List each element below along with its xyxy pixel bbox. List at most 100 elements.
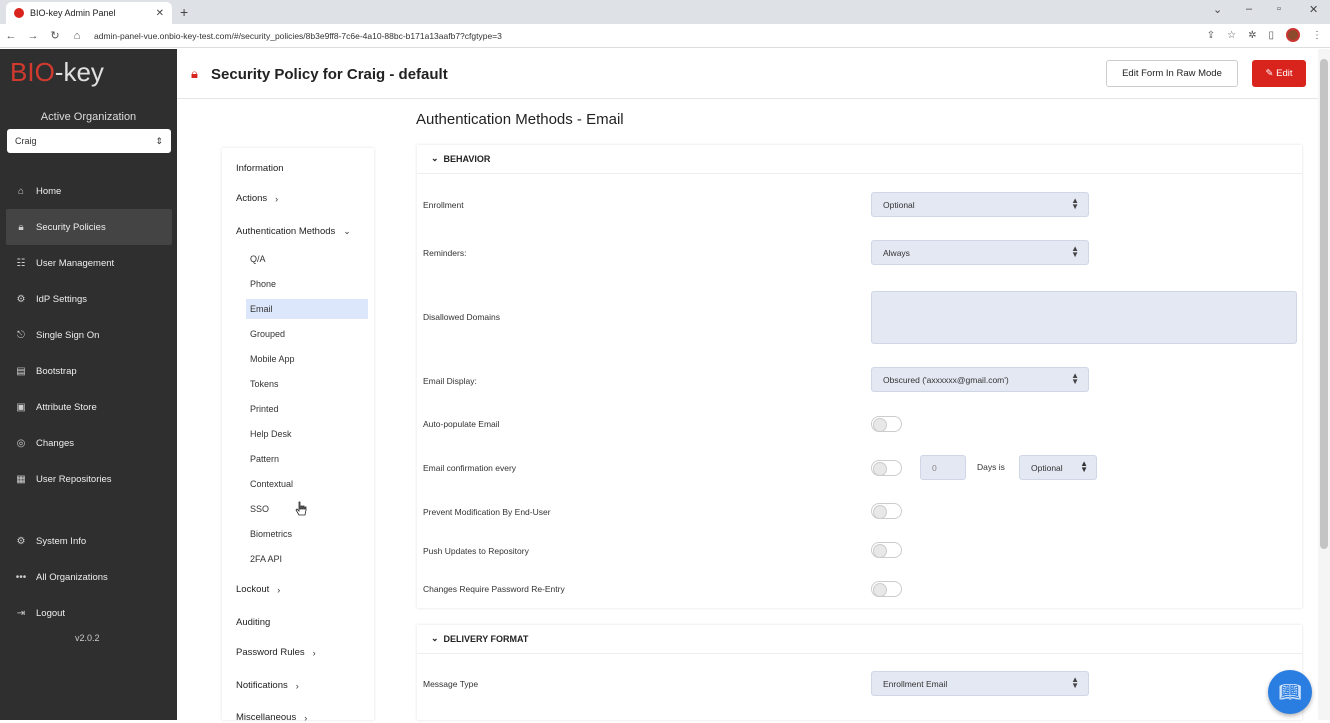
- sub-item-grouped[interactable]: Grouped: [246, 324, 368, 344]
- autopopulate-label: Auto-populate Email: [423, 419, 500, 429]
- tab-title: BIO-key Admin Panel: [30, 8, 116, 18]
- star-icon[interactable]: ☆: [1227, 30, 1236, 41]
- sidepanel-icon[interactable]: ▯: [1268, 30, 1274, 41]
- org-select[interactable]: Craig ⇕: [7, 129, 171, 153]
- sidebar-item-single-sign-on[interactable]: ⎋ Single Sign On: [6, 317, 172, 353]
- sidebar-item-logout[interactable]: ⇥ Logout: [6, 595, 172, 631]
- email-display-select[interactable]: Obscured ('axxxxxx@gmail.com') ▲ ▼: [871, 367, 1089, 392]
- sub-item-mobile-app[interactable]: Mobile App: [246, 349, 368, 369]
- sub-item-pattern[interactable]: Pattern: [246, 449, 368, 469]
- confirmation-days-input[interactable]: 0: [920, 455, 966, 480]
- behavior-card: ⌄ BEHAVIOR: [417, 145, 1302, 608]
- enrollment-select[interactable]: Optional ▲ ▼: [871, 192, 1089, 217]
- email-display-label: Email Display:: [423, 376, 477, 386]
- section-miscellaneous[interactable]: Miscellaneous ›: [236, 712, 307, 723]
- scrollbar[interactable]: [1318, 49, 1330, 720]
- section-label: Miscellaneous: [236, 712, 297, 723]
- new-tab-icon[interactable]: +: [180, 4, 188, 20]
- sub-item-biometrics[interactable]: Biometrics: [246, 524, 368, 544]
- minimize-icon[interactable]: –: [1246, 3, 1252, 15]
- profile-avatar[interactable]: [1286, 28, 1300, 42]
- confirmation-mode-select[interactable]: Optional ▲ ▼: [1019, 455, 1097, 480]
- sub-item-phone[interactable]: Phone: [246, 274, 368, 294]
- menu-icon[interactable]: ⋮: [1312, 30, 1322, 41]
- sub-item-email[interactable]: Email: [246, 299, 368, 319]
- browser-tab[interactable]: BIO-key Admin Panel ✕: [6, 2, 172, 24]
- main-title: Authentication Methods - Email: [416, 111, 624, 128]
- delivery-toggle[interactable]: ⌄ DELIVERY FORMAT: [431, 633, 528, 644]
- sidebar-item-all-organizations[interactable]: ••• All Organizations: [6, 559, 172, 595]
- section-label: Auditing: [236, 617, 271, 628]
- version-label: v2.0.2: [75, 633, 100, 643]
- brand-logo[interactable]: BIO-key: [10, 57, 104, 88]
- sort-arrows-icon: ▲ ▼: [1071, 371, 1079, 386]
- lock-icon: 🔒︎: [191, 66, 198, 81]
- sidebar-item-idp-settings[interactable]: ⚙ IdP Settings: [6, 281, 172, 317]
- favicon-icon: [14, 8, 24, 18]
- chevron-down-icon[interactable]: ⌄: [1213, 3, 1222, 16]
- chevron-right-icon: ›: [304, 712, 308, 723]
- password-reentry-toggle[interactable]: [871, 581, 902, 597]
- section-password-rules[interactable]: Password Rules ›: [236, 647, 316, 658]
- restore-icon[interactable]: ▫: [1277, 3, 1281, 15]
- edit-raw-mode-button[interactable]: Edit Form In Raw Mode: [1106, 60, 1238, 87]
- sub-item-contextual[interactable]: Contextual: [246, 474, 368, 494]
- sidebar-item-user-management[interactable]: ☷ User Management: [6, 245, 172, 281]
- disallowed-domains-input[interactable]: [871, 291, 1297, 344]
- prevent-modification-toggle[interactable]: [871, 503, 902, 519]
- sidebar-item-security-policies[interactable]: 🔒︎ Security Policies: [6, 209, 172, 245]
- sub-item-tokens[interactable]: Tokens: [246, 374, 368, 394]
- sidebar-item-attribute-store[interactable]: ▣ Attribute Store: [6, 389, 172, 425]
- section-actions[interactable]: Actions ›: [236, 193, 278, 204]
- sub-item-sso[interactable]: SSO: [246, 499, 368, 519]
- extensions-icon[interactable]: ✲: [1248, 30, 1256, 41]
- brand-suffix: -key: [54, 57, 104, 87]
- scrollbar-thumb[interactable]: [1320, 59, 1328, 549]
- sub-item-printed[interactable]: Printed: [246, 399, 368, 419]
- back-icon[interactable]: ←: [0, 30, 22, 42]
- delivery-card: ⌄ DELIVERY FORMAT: [417, 625, 1302, 720]
- confirmation-mode-value: Optional: [1031, 462, 1063, 473]
- sub-item-2fa-api[interactable]: 2FA API: [246, 549, 368, 569]
- sidebar-item-bootstrap[interactable]: ▤ Bootstrap: [6, 353, 172, 389]
- section-authentication-methods[interactable]: Authentication Methods ⌄: [236, 226, 351, 237]
- message-type-label: Message Type: [423, 679, 479, 689]
- sidebar-item-label: Changes: [36, 437, 75, 449]
- sidebar-item-label: Security Policies: [36, 221, 106, 233]
- book-icon: 📖︎: [1278, 681, 1302, 702]
- forward-icon[interactable]: →: [22, 30, 44, 42]
- url-field[interactable]: admin-panel-vue.onbio-key-test.com/#/sec…: [94, 31, 502, 41]
- reminders-select[interactable]: Always ▲ ▼: [871, 240, 1089, 265]
- sidebar-item-system-info[interactable]: ⚙ System Info: [6, 523, 172, 559]
- close-icon[interactable]: ✕: [156, 8, 164, 19]
- email-confirmation-toggle[interactable]: [871, 460, 902, 476]
- sidebar-item-label: User Management: [36, 257, 115, 269]
- home-browser-icon[interactable]: ⌂: [66, 30, 88, 42]
- sidebar-item-home[interactable]: ⌂ Home: [6, 173, 172, 209]
- reload-icon[interactable]: ↻: [44, 29, 66, 42]
- section-lockout[interactable]: Lockout ›: [236, 584, 280, 595]
- lock-icon: 🔒︎: [18, 221, 24, 233]
- sidebar-nav: ⌂ Home 🔒︎ Security Policies ☷ User Manageme…: [6, 173, 172, 497]
- edit-button[interactable]: ✎ Edit: [1252, 60, 1306, 87]
- behavior-heading: BEHAVIOR: [443, 153, 491, 164]
- chevron-down-icon: ⌄: [343, 226, 351, 236]
- sidebar-item-label: System Info: [36, 535, 87, 547]
- section-information[interactable]: Information: [236, 163, 284, 174]
- sort-arrows-icon: ⇕: [155, 135, 163, 146]
- address-bar: ← → ↻ ⌂ admin-panel-vue.onbio-key-test.c…: [0, 24, 1330, 48]
- message-type-select[interactable]: Enrollment Email ▲ ▼: [871, 671, 1089, 696]
- sidebar-item-changes[interactable]: ◎ Changes: [6, 425, 172, 461]
- section-auditing[interactable]: Auditing: [236, 617, 270, 628]
- section-notifications[interactable]: Notifications ›: [236, 680, 299, 691]
- autopopulate-toggle[interactable]: [871, 416, 902, 432]
- window-close-icon[interactable]: ✕: [1309, 3, 1318, 16]
- behavior-toggle[interactable]: ⌄ BEHAVIOR: [431, 153, 490, 164]
- days-is-label: Days is: [977, 462, 1005, 472]
- sub-item-qa[interactable]: Q/A: [246, 249, 368, 269]
- help-book-button[interactable]: 📖︎: [1268, 670, 1312, 714]
- sidebar-item-user-repositories[interactable]: ▦ User Repositories: [6, 461, 172, 497]
- push-updates-toggle[interactable]: [871, 542, 902, 558]
- share-icon[interactable]: ⇪: [1207, 30, 1215, 41]
- sub-item-help-desk[interactable]: Help Desk: [246, 424, 368, 444]
